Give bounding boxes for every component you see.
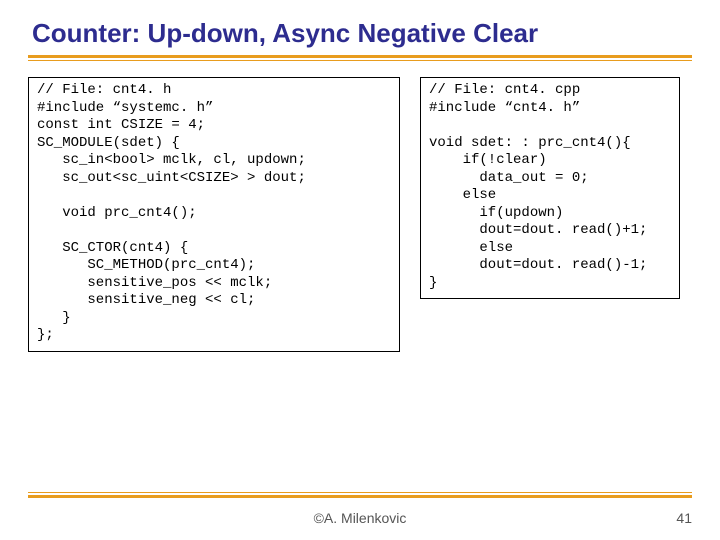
- underline-thin: [28, 60, 692, 61]
- code-box-header: // File: cnt4. h #include “systemc. h” c…: [28, 77, 400, 352]
- code-box-cpp: // File: cnt4. cpp #include “cnt4. h” vo…: [420, 77, 680, 299]
- footer-page-number: 41: [676, 510, 692, 526]
- slide-title: Counter: Up-down, Async Negative Clear: [28, 18, 692, 49]
- underline-thick: [28, 55, 692, 58]
- content-row: // File: cnt4. h #include “systemc. h” c…: [28, 77, 692, 352]
- slide: Counter: Up-down, Async Negative Clear /…: [0, 0, 720, 540]
- footer-author: ©A. Milenkovic: [0, 510, 720, 526]
- footer-underline: [28, 492, 692, 498]
- footer-thin: [28, 495, 692, 498]
- footer-thick: [28, 492, 692, 493]
- title-underline: [28, 55, 692, 61]
